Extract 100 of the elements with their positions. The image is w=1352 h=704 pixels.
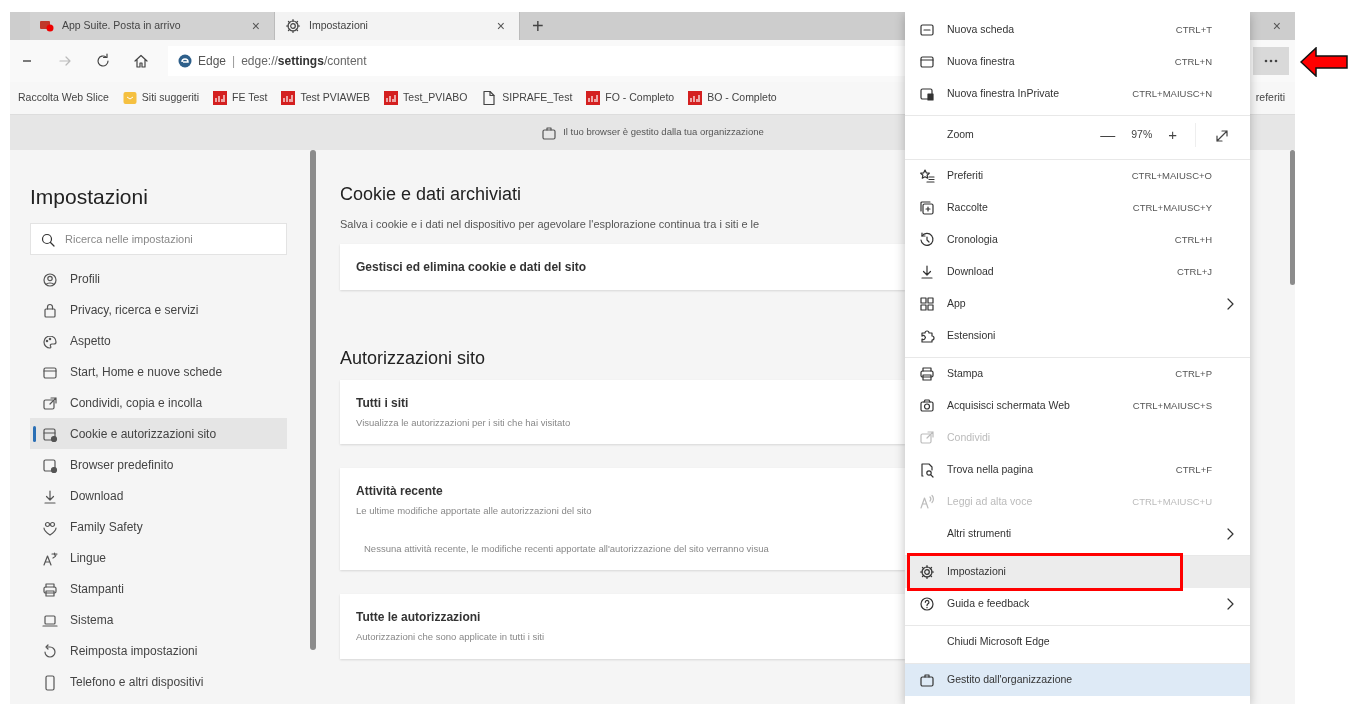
- bookmark-link[interactable]: Test PVIAWEB: [281, 90, 371, 106]
- sidebar-item[interactable]: Browser predefinito: [30, 449, 287, 481]
- app-icon: [281, 91, 296, 105]
- menu-item[interactable]: Nuova finestra InPrivate CTRL+MAIUSC+N: [905, 78, 1250, 110]
- zoom-out-button[interactable]: —: [1092, 123, 1124, 147]
- menu-item[interactable]: Guida e feedback: [905, 588, 1250, 620]
- folder-icon: [122, 91, 137, 105]
- tab-title: Impostazioni: [309, 18, 369, 34]
- sidebar-item[interactable]: Stampanti: [30, 573, 287, 605]
- new-tab-button[interactable]: +: [520, 12, 556, 40]
- url-text: edge://settings/content: [241, 53, 367, 70]
- more-dots-icon: [1264, 59, 1278, 63]
- zoom-value: 97%: [1130, 127, 1154, 143]
- private-window-icon: [919, 86, 935, 102]
- bookmark-link[interactable]: BO - Completo: [688, 90, 777, 106]
- shortcut-text: CTRL+MAIUSC+S: [1132, 398, 1212, 413]
- close-tab-button[interactable]: ×: [492, 19, 509, 33]
- separator-text: |: [232, 53, 236, 70]
- sidebar-item[interactable]: Reimposta impostazioni: [30, 635, 287, 667]
- bookmark-link[interactable]: referiti: [1255, 90, 1287, 106]
- shortcut-text: CTRL+P: [1175, 366, 1212, 381]
- managed-banner-text: Il tuo browser è gestito dalla tua organizzazione: [563, 125, 764, 140]
- laptop-icon: [42, 612, 58, 629]
- scrollbar[interactable]: [1290, 150, 1295, 285]
- grid-icon: [919, 296, 935, 312]
- printer-icon: [919, 366, 935, 382]
- bookmark-link[interactable]: Raccolta Web Slice: [18, 90, 109, 106]
- sidebar-item[interactable]: Lingue: [30, 542, 287, 574]
- sidebar-item[interactable]: Start, Home e nuove schede: [30, 356, 287, 388]
- app-icon: [688, 91, 703, 105]
- card-subtitle: Visualizza le autorizzazioni per i siti che hai visitato: [356, 415, 572, 430]
- menu-item[interactable]: Download CTRL+J: [905, 256, 1250, 288]
- page-icon: [481, 90, 498, 106]
- browser-tab[interactable]: Impostazioni ×: [275, 12, 520, 40]
- more-button[interactable]: [1253, 47, 1289, 75]
- share-icon: [919, 430, 935, 446]
- browser-tab[interactable]: App Suite. Posta in arrivo ×: [30, 12, 275, 40]
- menu-item[interactable]: Nuova scheda CTRL+T: [905, 14, 1250, 46]
- gear-icon: [919, 564, 935, 580]
- scrollbar[interactable]: [310, 150, 316, 650]
- card-title: Attività recente: [356, 482, 444, 500]
- find-icon: [919, 462, 935, 478]
- download-icon: [919, 264, 935, 280]
- menu-item[interactable]: Acquisisci schermata Web CTRL+MAIUSC+S: [905, 390, 1250, 422]
- browser-logo-icon: [178, 54, 192, 68]
- shortcut-text: CTRL+MAIUSC+N: [1132, 86, 1212, 101]
- bookmark-link[interactable]: SIPRAFE_Test: [481, 90, 573, 106]
- zoom-label: Zoom: [947, 127, 975, 143]
- bookmark-link[interactable]: FE Test: [213, 90, 268, 106]
- sidebar-item[interactable]: Cookie e autorizzazioni sito: [30, 418, 287, 450]
- search-field[interactable]: Ricerca nelle impostazioni: [30, 223, 287, 256]
- settings-card[interactable]: Tutti i siti Visualizza le autorizzazioni per i siti che hai visitato: [340, 379, 905, 444]
- menu-item[interactable]: App: [905, 288, 1250, 320]
- sidebar-item[interactable]: Aspetto: [30, 325, 287, 357]
- sidebar-item[interactable]: Download: [30, 480, 287, 512]
- menu-item[interactable]: Altri strumenti: [905, 518, 1250, 550]
- bookmark-link[interactable]: Test_PVIABO: [384, 90, 468, 106]
- menu-item[interactable]: Impostazioni: [905, 556, 1250, 588]
- printer-icon: [42, 581, 58, 598]
- section-description: Salva i cookie e i dati nel dispositivo per agevolare l'esplorazione continua tra i siti e le: [340, 216, 761, 232]
- app-icon: [384, 91, 399, 105]
- sidebar-item[interactable]: Condividi, copia e incolla: [30, 387, 287, 419]
- expand-arrow-icon: [1214, 127, 1230, 144]
- menu-item[interactable]: Trova nella pagina CTRL+F: [905, 454, 1250, 486]
- app-icon: [213, 91, 228, 105]
- window-icon: [919, 54, 935, 70]
- menu-item[interactable]: Estensioni: [905, 320, 1250, 352]
- bookmark-link[interactable]: FO - Completo: [586, 90, 675, 106]
- sidebar-item[interactable]: Profili: [30, 263, 287, 295]
- close-tab-button[interactable]: ×: [247, 19, 264, 33]
- menu-item[interactable]: Chiudi Microsoft Edge: [905, 626, 1250, 658]
- menu-item[interactable]: Preferiti CTRL+MAIUSC+O: [905, 160, 1250, 192]
- menu-item[interactable]: Cronologia CTRL+H: [905, 224, 1250, 256]
- bookmark-link[interactable]: Siti suggeriti: [122, 90, 200, 106]
- reset-icon: [42, 643, 58, 660]
- browser-icon: [42, 457, 58, 474]
- settings-card[interactable]: Attività recente Le ultime modifiche apportate alle autorizzazioni del sito Nessuna attività recente, le modifiche recenti apportate all'autorizzazione del sito verranno visua: [340, 467, 905, 571]
- menu-item[interactable]: Stampa CTRL+P: [905, 358, 1250, 390]
- shortcut-text: CTRL+MAIUSC+Y: [1132, 200, 1212, 215]
- menu-item[interactable]: Gestito dall'organizzazione: [905, 664, 1250, 696]
- section-heading: Autorizzazioni sito: [340, 348, 487, 370]
- menu-item[interactable]: Raccolte CTRL+MAIUSC+Y: [905, 192, 1250, 224]
- collection-icon: [919, 200, 935, 216]
- shortcut-text: CTRL+T: [1175, 22, 1212, 37]
- pointer-arrow-icon: [1300, 47, 1348, 77]
- zoom-in-button[interactable]: +: [1160, 123, 1185, 147]
- puzzle-icon: [919, 328, 935, 344]
- sidebar-item[interactable]: Privacy, ricerca e servizi: [30, 294, 287, 326]
- card-title: Tutti i siti: [356, 394, 410, 412]
- close-window-button[interactable]: ×: [1268, 12, 1285, 40]
- settings-card[interactable]: Gestisci ed elimina cookie e dati del sito: [340, 244, 905, 291]
- sidebar-item[interactable]: Telefono e altri dispositivi: [30, 666, 287, 698]
- palette-icon: [42, 333, 58, 350]
- mail-icon: [40, 20, 54, 32]
- sidebar-item[interactable]: Sistema: [30, 604, 287, 636]
- shortcut-text: CTRL+MAIUSC+U: [1132, 494, 1212, 509]
- card-subtitle: Autorizzazioni che sono applicate in tutti i siti: [356, 630, 545, 645]
- settings-card[interactable]: Tutte le autorizzazioni Autorizzazioni che sono applicate in tutti i siti: [340, 594, 905, 659]
- sidebar-item[interactable]: Family Safety: [30, 511, 287, 543]
- read-aloud-icon: [919, 494, 935, 510]
